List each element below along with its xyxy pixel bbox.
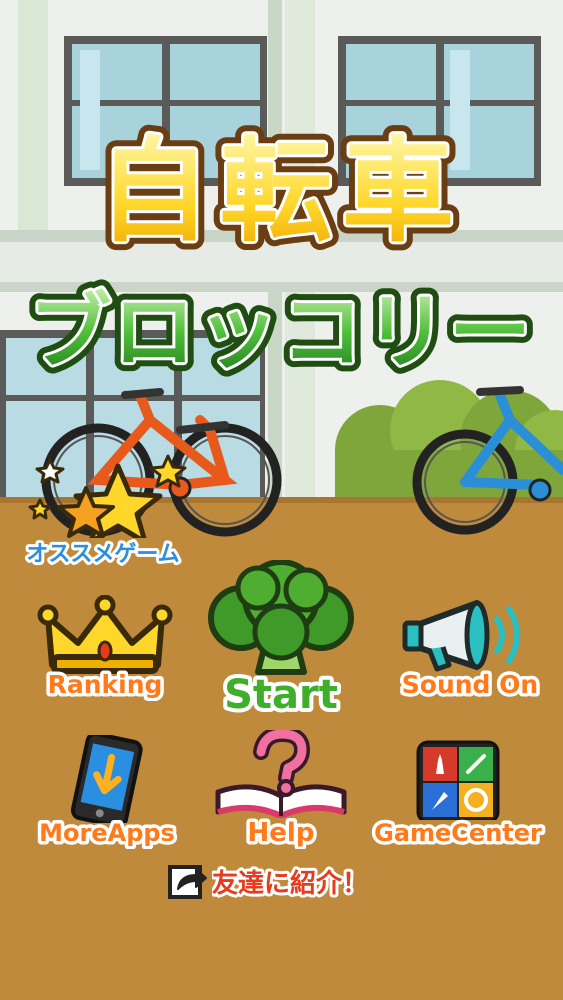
phone-download-icon <box>70 735 143 823</box>
svg-text:自転車: 自転車 <box>98 127 464 257</box>
ranking-label: Ranking <box>48 670 163 699</box>
star-icon <box>28 454 187 538</box>
svg-text:ブロッコリー: ブロッコリー <box>29 285 533 380</box>
share-friends-button[interactable]: 友達に紹介！ <box>166 858 402 904</box>
start-button[interactable]: Start <box>196 560 366 720</box>
crown-icon <box>37 595 173 674</box>
recommend-games-button[interactable]: オススメゲーム <box>18 448 188 570</box>
title-logo: 自転車 自転車 ブロッコリー ブロッコリー <box>0 0 563 400</box>
sound-label: Sound On <box>402 670 538 699</box>
share-friends-label: 友達に紹介！ <box>212 868 368 899</box>
start-label: Start <box>224 672 338 718</box>
more-apps-button[interactable]: MoreApps <box>22 735 192 850</box>
more-apps-label: MoreApps <box>39 819 175 847</box>
question-book-icon <box>215 730 347 818</box>
megaphone-icon <box>402 600 520 672</box>
recommend-games-label: オススメゲーム <box>26 542 179 567</box>
sound-toggle-button[interactable]: Sound On <box>385 595 555 705</box>
share-arrow-icon <box>168 865 207 899</box>
help-label: Help <box>248 818 315 848</box>
gamecenter-icon <box>416 740 500 820</box>
broccoli-icon <box>208 560 354 675</box>
ranking-button[interactable]: Ranking <box>30 595 180 705</box>
game-center-label: GameCenter <box>374 819 542 847</box>
game-title-screen: 自転車 自転車 ブロッコリー ブロッコリー オススメゲーム Ranking St… <box>0 0 563 1000</box>
help-button[interactable]: Help <box>206 730 356 850</box>
game-center-button[interactable]: GameCenter <box>368 740 548 850</box>
